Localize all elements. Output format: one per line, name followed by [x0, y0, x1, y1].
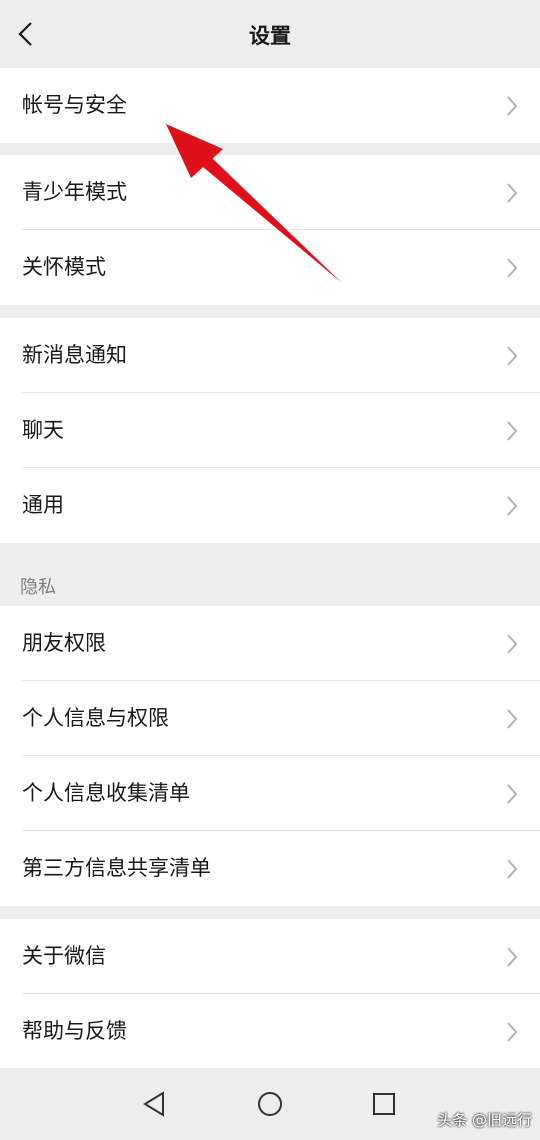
chevron-right-icon	[507, 421, 518, 441]
nav-back-button[interactable]	[134, 1084, 174, 1124]
setting-item-care-mode[interactable]: 关怀模式	[0, 230, 540, 305]
triangle-back-icon	[143, 1091, 164, 1117]
chevron-right-icon	[507, 709, 518, 729]
setting-item-label: 通用	[22, 493, 64, 517]
setting-item-label: 朋友权限	[22, 631, 106, 655]
setting-item-label: 关怀模式	[22, 255, 106, 279]
chevron-right-icon	[507, 947, 518, 967]
setting-item-friend-permissions[interactable]: 朋友权限	[0, 606, 540, 681]
setting-item-label: 个人信息与权限	[22, 706, 169, 730]
section-label-privacy: 隐私	[20, 577, 56, 598]
setting-item-label: 个人信息收集清单	[22, 781, 190, 805]
setting-item-label: 帮助与反馈	[22, 1019, 127, 1043]
setting-item-account-security[interactable]: 帐号与安全	[0, 68, 540, 143]
chevron-right-icon	[507, 784, 518, 804]
watermark-text: 头条 @旧远行	[437, 1111, 532, 1129]
setting-item-label: 聊天	[22, 418, 64, 442]
title-bar: 设置	[0, 0, 540, 68]
nav-home-button[interactable]	[250, 1084, 290, 1124]
chevron-right-icon	[507, 1022, 518, 1042]
setting-item-notifications[interactable]: 新消息通知	[0, 318, 540, 393]
settings-group-about: 关于微信 帮助与反馈	[0, 919, 540, 1069]
settings-group-privacy: 朋友权限 个人信息与权限 个人信息收集清单 第三方信息共享清单	[0, 606, 540, 906]
setting-item-label: 新消息通知	[22, 343, 127, 367]
setting-item-label: 帐号与安全	[22, 93, 127, 117]
square-recent-icon	[373, 1093, 395, 1115]
settings-group-account: 帐号与安全	[0, 68, 540, 143]
setting-item-label: 第三方信息共享清单	[22, 856, 211, 880]
setting-item-label: 关于微信	[22, 944, 106, 968]
chevron-right-icon	[507, 183, 518, 203]
chevron-right-icon	[507, 96, 518, 116]
setting-item-personal-info-permissions[interactable]: 个人信息与权限	[0, 681, 540, 756]
setting-item-personal-info-list[interactable]: 个人信息收集清单	[0, 756, 540, 831]
chevron-right-icon	[507, 496, 518, 516]
setting-item-general[interactable]: 通用	[0, 468, 540, 543]
setting-item-about-wechat[interactable]: 关于微信	[0, 919, 540, 994]
page-title: 设置	[249, 24, 291, 48]
settings-group-general: 新消息通知 聊天 通用	[0, 318, 540, 543]
setting-item-help-feedback[interactable]: 帮助与反馈	[0, 994, 540, 1069]
chevron-right-icon	[507, 634, 518, 654]
chevron-right-icon	[507, 346, 518, 366]
setting-item-chat[interactable]: 聊天	[0, 393, 540, 468]
settings-group-modes: 青少年模式 关怀模式	[0, 155, 540, 305]
setting-item-label: 青少年模式	[22, 180, 127, 204]
circle-home-icon	[258, 1092, 282, 1116]
setting-item-third-party-sharing[interactable]: 第三方信息共享清单	[0, 831, 540, 906]
chevron-right-icon	[507, 859, 518, 879]
nav-recent-button[interactable]	[364, 1084, 404, 1124]
setting-item-youth-mode[interactable]: 青少年模式	[0, 155, 540, 230]
chevron-right-icon	[507, 258, 518, 278]
